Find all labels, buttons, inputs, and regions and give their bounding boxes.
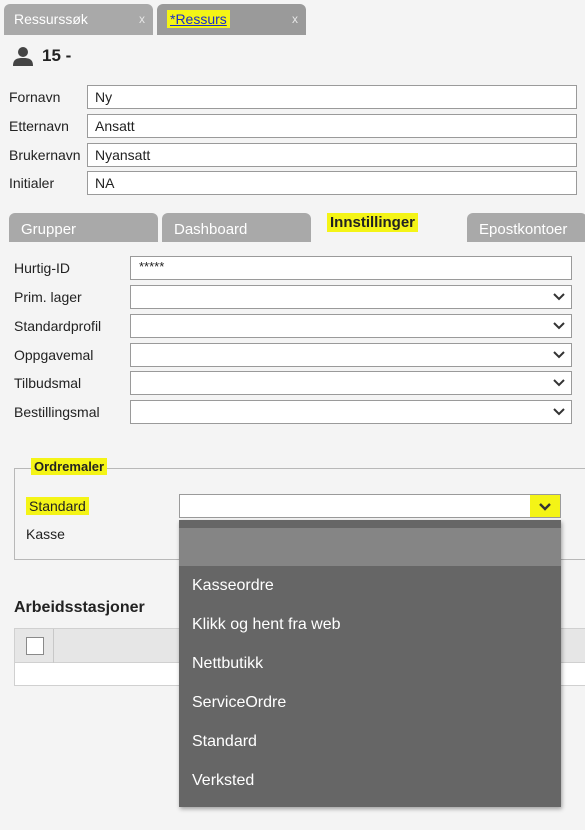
oppgavemal-label: Oppgavemal [14, 347, 94, 363]
section-tabbar: Grupper Dashboard Innstillinger Epostkon… [0, 207, 585, 243]
tab-ressurssok[interactable]: Ressurssøk x [4, 4, 153, 35]
hurtig-id-label: Hurtig-ID [14, 260, 71, 276]
ordremaler-legend: Ordremaler [31, 458, 108, 475]
tab-grupper[interactable]: Grupper [9, 213, 158, 242]
select-all-cell [15, 629, 54, 663]
prim-lager-select[interactable] [130, 285, 572, 309]
dropdown-option[interactable]: Nettbutikk [192, 655, 263, 673]
dropdown-option[interactable]: Klikk og hent fra web [192, 616, 341, 634]
dropdown-option[interactable]: Standard [192, 733, 257, 751]
tab-label: Ressurssøk [14, 11, 88, 27]
resource-id: 15 - [42, 46, 72, 65]
document-tabbar: Ressurssøk x *Ressurs x [0, 0, 585, 35]
dropdown-option-empty[interactable] [179, 528, 561, 566]
brukernavn-input[interactable]: Nyansatt [87, 143, 577, 167]
ordremaler-legend-text: Ordremaler [31, 458, 108, 475]
dropdown-option[interactable]: ServiceOrdre [192, 694, 286, 712]
select-all-checkbox[interactable] [26, 637, 44, 655]
prim-lager-label: Prim. lager [14, 289, 82, 305]
standardprofil-select[interactable] [130, 314, 572, 338]
tilbudsmal-select[interactable] [130, 371, 572, 395]
hurtig-id-input[interactable]: ***** [130, 256, 572, 280]
standardprofil-label: Standardprofil [14, 318, 102, 334]
person-icon [13, 47, 33, 66]
dropdown-option[interactable]: Verksted [192, 772, 254, 790]
standard-label-text: Standard [26, 497, 89, 515]
kasse-label: Kasse [26, 526, 65, 542]
chevron-down-icon [553, 379, 565, 387]
bestillingsmal-select[interactable] [130, 400, 572, 424]
tab-ressurs[interactable]: *Ressurs x [157, 4, 306, 35]
dropdown-option[interactable]: Kasseordre [192, 577, 274, 595]
dropdown-toggle[interactable] [530, 495, 560, 517]
bestillingsmal-label: Bestillingsmal [14, 404, 100, 420]
tab-label: Innstillinger [327, 213, 419, 232]
fornavn-label: Fornavn [9, 89, 61, 105]
arbeidsstasjoner-title: Arbeidsstasjoner [14, 599, 145, 616]
tab-dashboard[interactable]: Dashboard [162, 213, 311, 242]
initialer-label: Initialer [9, 175, 55, 191]
etternavn-input[interactable]: Ansatt [87, 114, 577, 138]
close-icon[interactable]: x [139, 12, 145, 26]
tab-innstillinger[interactable]: Innstillinger [315, 207, 463, 243]
resource-header: 15 - [12, 44, 71, 68]
chevron-down-icon [553, 322, 565, 330]
tab-label: *Ressurs [167, 10, 230, 28]
tab-epostkontoer[interactable]: Epostkontoer [467, 213, 585, 242]
tilbudsmal-label: Tilbudsmal [14, 375, 82, 391]
fornavn-input[interactable]: Ny [87, 85, 577, 109]
close-icon[interactable]: x [292, 12, 298, 26]
standard-dropdown-list: Kasseordre Klikk og hent fra web Nettbut… [179, 520, 561, 807]
chevron-down-icon [553, 293, 565, 301]
chevron-down-icon [553, 351, 565, 359]
etternavn-label: Etternavn [9, 118, 69, 134]
standard-label: Standard [26, 497, 89, 515]
initialer-input[interactable]: NA [87, 171, 577, 195]
chevron-down-icon [539, 503, 551, 511]
oppgavemal-select[interactable] [130, 343, 572, 367]
brukernavn-label: Brukernavn [9, 147, 81, 163]
chevron-down-icon [553, 408, 565, 416]
standard-select[interactable] [179, 494, 561, 518]
